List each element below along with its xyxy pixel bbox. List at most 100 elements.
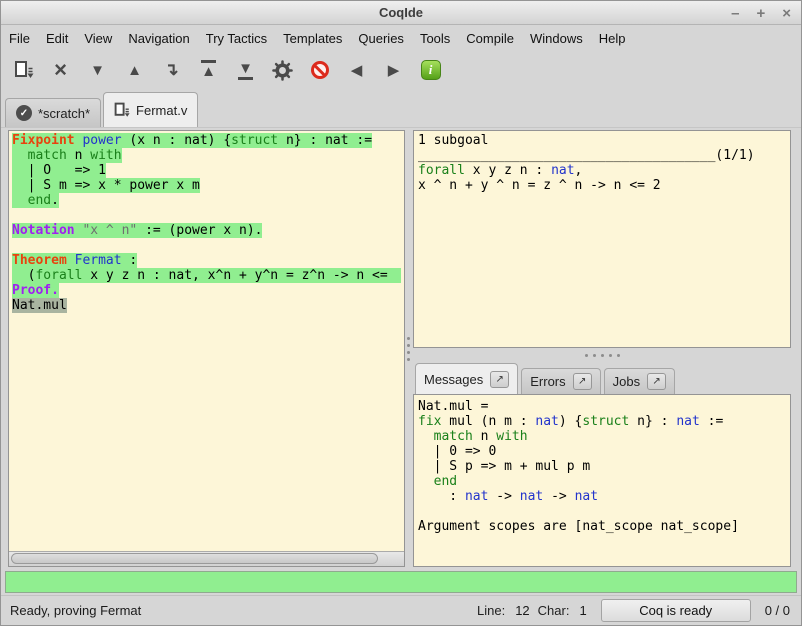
code-line: Fixpoint power (x n : nat) {struct n} : … bbox=[12, 133, 401, 148]
code-line: fix mul (n m : nat) {struct n} : nat := bbox=[418, 414, 786, 429]
close-doc-icon[interactable]: × bbox=[48, 57, 73, 83]
tab-jobs[interactable]: Jobs ↗ bbox=[604, 368, 675, 394]
previous-occurrence-icon[interactable]: ◀ bbox=[344, 57, 369, 83]
go-to-cursor-icon[interactable]: ↴ bbox=[159, 57, 184, 83]
status-bar-right: Line: 12 Char: 1 Coq is ready 0 / 0 bbox=[477, 599, 792, 622]
document-tab-strip: ✓ *scratch* Fermat.v bbox=[1, 90, 801, 128]
interrupt-icon[interactable] bbox=[307, 57, 332, 83]
editor-horizontal-scrollbar[interactable] bbox=[9, 551, 404, 566]
code-line: end. bbox=[12, 193, 401, 208]
go-to-end-icon[interactable]: ▼ bbox=[233, 57, 258, 83]
code-line bbox=[12, 238, 401, 253]
code-line: ______________________________________(1… bbox=[418, 148, 786, 163]
save-icon[interactable] bbox=[11, 57, 36, 83]
menu-compile[interactable]: Compile bbox=[458, 28, 522, 49]
tab-fermat[interactable]: Fermat.v bbox=[103, 92, 198, 127]
code-line bbox=[418, 504, 786, 519]
code-line: match n with bbox=[12, 148, 401, 163]
messages-notebook: Messages ↗ Errors ↗ Jobs ↗ Nat.mul =fix … bbox=[413, 362, 791, 567]
detach-errors-button[interactable]: ↗ bbox=[573, 373, 592, 390]
check-circle-icon: ✓ bbox=[16, 105, 32, 121]
code-line: end bbox=[418, 474, 786, 489]
char-label: Char: bbox=[538, 603, 570, 618]
step-forward-icon[interactable]: ▼ bbox=[85, 57, 110, 83]
code-line: | S m => x * power x m bbox=[12, 178, 401, 193]
code-line bbox=[12, 208, 401, 223]
tab-errors[interactable]: Errors ↗ bbox=[521, 368, 600, 394]
code-line: 1 subgoal bbox=[418, 133, 786, 148]
script-pane: Fixpoint power (x n : nat) {struct n} : … bbox=[8, 130, 405, 567]
char-value: 1 bbox=[579, 603, 586, 618]
code-line: match n with bbox=[418, 429, 786, 444]
code-line: | S p => m + mul p m bbox=[418, 459, 786, 474]
menu-tools[interactable]: Tools bbox=[412, 28, 458, 49]
go-to-end-glyph: ▼ bbox=[238, 60, 253, 80]
close-icon[interactable]: × bbox=[782, 5, 791, 22]
tab-errors-label: Errors bbox=[530, 374, 565, 389]
code-line: Nat.mul = bbox=[418, 399, 786, 414]
detach-icon: ↗ bbox=[496, 374, 504, 385]
menu-navigation[interactable]: Navigation bbox=[120, 28, 197, 49]
detach-icon: ↗ bbox=[652, 376, 660, 387]
horizontal-splitter[interactable] bbox=[413, 349, 791, 362]
code-line: | 0 => 0 bbox=[418, 444, 786, 459]
progress-bar bbox=[5, 571, 797, 593]
code-line: Argument scopes are [nat_scope nat_scope… bbox=[418, 519, 786, 534]
menu-file[interactable]: File bbox=[1, 28, 38, 49]
detach-messages-button[interactable]: ↗ bbox=[490, 371, 509, 388]
scrollbar-thumb[interactable] bbox=[11, 553, 378, 564]
window-controls: – + × bbox=[731, 1, 791, 25]
menu-templates[interactable]: Templates bbox=[275, 28, 350, 49]
code-line: Notation "x ^ n" := (power x n). bbox=[12, 223, 401, 238]
coqide-window: CoqIde – + × File Edit View Navigation T… bbox=[0, 0, 802, 626]
interrupt-glyph bbox=[307, 57, 332, 82]
code-line: Nat.mul bbox=[12, 298, 401, 313]
tab-messages-label: Messages bbox=[424, 372, 483, 387]
next-occurrence-icon[interactable]: ▶ bbox=[381, 57, 406, 83]
task-counter: 0 / 0 bbox=[765, 603, 790, 618]
code-line: x ^ n + y ^ n = z ^ n -> n <= 2 bbox=[418, 178, 786, 193]
maximize-icon[interactable]: + bbox=[756, 5, 765, 22]
line-value: 12 bbox=[515, 603, 529, 618]
menu-view[interactable]: View bbox=[76, 28, 120, 49]
vertical-splitter[interactable] bbox=[404, 130, 413, 567]
code-line: : nat -> nat -> nat bbox=[418, 489, 786, 504]
gear-icon[interactable] bbox=[270, 57, 295, 83]
tab-fermat-label: Fermat.v bbox=[136, 103, 187, 118]
line-label: Line: bbox=[477, 603, 505, 618]
tab-scratch-label: *scratch* bbox=[38, 106, 90, 121]
menu-try-tactics[interactable]: Try Tactics bbox=[198, 28, 275, 49]
editor-code[interactable]: Fixpoint power (x n : nat) {struct n} : … bbox=[9, 131, 404, 551]
status-bar: Ready, proving Fermat Line: 12 Char: 1 C… bbox=[1, 595, 801, 625]
go-to-start-glyph: ▲ bbox=[201, 60, 216, 80]
code-line: (forall x y z n : nat, x^n + y^n = z^n -… bbox=[12, 268, 401, 283]
save-icon bbox=[114, 102, 130, 118]
messages-content: Nat.mul =fix mul (n m : nat) {struct n} … bbox=[413, 394, 791, 567]
toolbar: × ▼ ▲ ↴ ▲ ▼ ◀ ▶ i bbox=[1, 50, 801, 90]
window-title: CoqIde bbox=[1, 1, 801, 25]
code-line: Proof. bbox=[12, 283, 401, 298]
about-glyph: i bbox=[421, 60, 441, 80]
about-icon[interactable]: i bbox=[418, 57, 443, 83]
menu-edit[interactable]: Edit bbox=[38, 28, 76, 49]
menu-help[interactable]: Help bbox=[591, 28, 634, 49]
coq-status-button[interactable]: Coq is ready bbox=[601, 599, 751, 622]
tab-jobs-label: Jobs bbox=[613, 374, 640, 389]
go-to-start-icon[interactable]: ▲ bbox=[196, 57, 221, 83]
step-backward-icon[interactable]: ▲ bbox=[122, 57, 147, 83]
detach-icon: ↗ bbox=[578, 376, 586, 387]
detach-jobs-button[interactable]: ↗ bbox=[647, 373, 666, 390]
code-line: Theorem Fermat : bbox=[12, 253, 401, 268]
title-bar: CoqIde – + × bbox=[1, 1, 801, 25]
tab-scratch[interactable]: ✓ *scratch* bbox=[5, 98, 101, 127]
goal-pane: 1 subgoal_______________________________… bbox=[413, 130, 791, 348]
menu-queries[interactable]: Queries bbox=[350, 28, 412, 49]
minimize-icon[interactable]: – bbox=[731, 5, 739, 22]
code-line: forall x y z n : nat, bbox=[418, 163, 786, 178]
menu-windows[interactable]: Windows bbox=[522, 28, 591, 49]
menu-bar: File Edit View Navigation Try Tactics Te… bbox=[1, 26, 801, 50]
tab-messages[interactable]: Messages ↗ bbox=[415, 363, 518, 394]
code-line: | O => 1 bbox=[12, 163, 401, 178]
status-text: Ready, proving Fermat bbox=[10, 603, 141, 618]
save-icon-glyph bbox=[14, 60, 34, 80]
